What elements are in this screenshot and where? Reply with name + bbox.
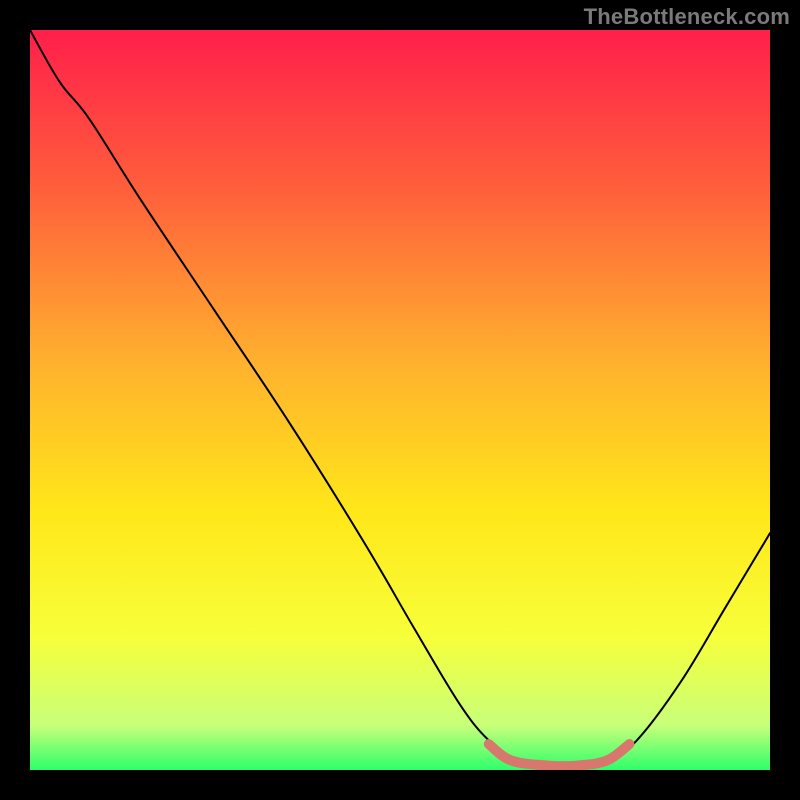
chart-svg — [30, 30, 770, 770]
chart-frame: TheBottleneck.com — [0, 0, 800, 800]
watermark-text: TheBottleneck.com — [584, 4, 790, 30]
chart-background — [30, 30, 770, 770]
chart-plot — [30, 30, 770, 770]
